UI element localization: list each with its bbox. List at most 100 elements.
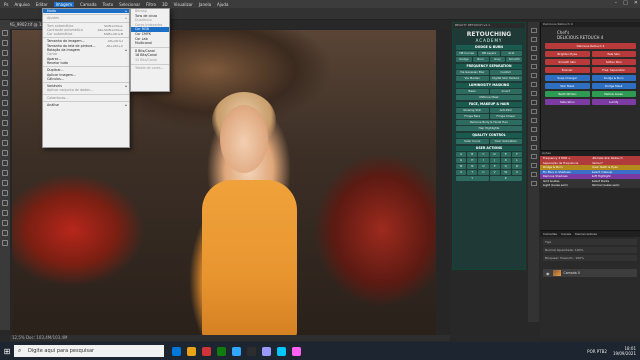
retouch-button[interactable]: Bronzer — [545, 67, 590, 73]
plugin-button[interactable]: Anti-Pink — [489, 108, 522, 113]
panel-icon[interactable] — [530, 145, 537, 150]
panel-icon[interactable] — [530, 73, 537, 78]
tool-icon[interactable] — [2, 140, 8, 146]
layer-blend-mode[interactable]: Normal Opacidade: 100% — [543, 247, 637, 253]
panel-icon[interactable] — [530, 154, 537, 159]
panel-icon[interactable] — [530, 82, 537, 87]
tool-icon[interactable] — [2, 210, 8, 216]
maximize-icon[interactable]: □ — [623, 0, 628, 6]
layers-tab[interactable]: Camadas — [543, 231, 557, 237]
plugin-button[interactable]: M — [456, 164, 467, 169]
tool-icon[interactable] — [2, 230, 8, 236]
panel-icon[interactable] — [530, 100, 537, 105]
tool-icon[interactable] — [2, 50, 8, 56]
tool-icon[interactable] — [2, 190, 8, 196]
layer-row[interactable]: ◉ Camada 0 — [543, 269, 637, 277]
plugin-button[interactable]: Via Gaussian Blur — [456, 70, 489, 75]
tool-icon[interactable] — [2, 240, 8, 246]
plugin-button[interactable]: F — [511, 152, 523, 157]
retouch-button[interactable]: Dodge Mask — [591, 83, 636, 89]
panel-icon[interactable] — [530, 91, 537, 96]
panel-icon[interactable] — [530, 127, 537, 132]
plugin-button[interactable]: N — [467, 164, 478, 169]
taskbar-app-icon[interactable] — [277, 346, 286, 356]
plugin-button[interactable]: Basic — [456, 89, 489, 94]
panel-icon[interactable] — [530, 46, 537, 51]
retouch-button[interactable]: Pale Skin — [591, 51, 636, 57]
tool-icon[interactable] — [2, 200, 8, 206]
plugin-button[interactable]: R — [511, 164, 523, 169]
windows-icon[interactable]: ⊞ — [0, 342, 14, 360]
plugin-button[interactable]: Z — [489, 176, 522, 181]
plugin-button[interactable]: Q — [500, 164, 511, 169]
panel-icon[interactable] — [530, 28, 537, 33]
plugin-button[interactable]: G — [456, 158, 467, 163]
plugin-button[interactable]: A — [456, 152, 467, 157]
panel-icon[interactable] — [530, 64, 537, 69]
taskbar-app-icon[interactable] — [247, 346, 256, 356]
image-menu-item[interactable]: Modo ▸ — [43, 9, 129, 14]
image-menu-item[interactable]: Revelar tudo — [43, 61, 129, 65]
taskbar-app-icon[interactable] — [202, 346, 211, 356]
menu-4[interactable]: Texto — [103, 2, 114, 7]
tool-icon[interactable] — [2, 60, 8, 66]
retouch-button[interactable]: Mellow Green — [591, 91, 636, 97]
tool-icon[interactable] — [2, 90, 8, 96]
plugin-button[interactable]: Grid — [500, 51, 522, 56]
menu-2[interactable]: Imagem — [53, 1, 75, 7]
plugin-button[interactable]: L — [511, 158, 523, 163]
plugin-button[interactable]: E — [500, 152, 511, 157]
plugin-button[interactable]: Fringe Bars — [456, 114, 489, 119]
layer-lock[interactable]: Bloquear: Preench.: 100% — [543, 255, 637, 261]
mode-submenu-item[interactable]: Multicanal — [131, 41, 169, 46]
plugin-button[interactable]: DB Curves — [456, 51, 478, 56]
tool-icon[interactable] — [2, 80, 8, 86]
plugin-button[interactable]: Midtone Mask — [456, 95, 522, 100]
taskbar-app-icon[interactable] — [232, 346, 241, 356]
plugin-button[interactable]: K — [500, 158, 511, 163]
plugin-button[interactable]: H — [467, 158, 478, 163]
menu-6[interactable]: Filtro — [146, 2, 156, 7]
plugin-button[interactable]: C — [478, 152, 489, 157]
plugin-button[interactable]: Burn — [472, 57, 489, 62]
retouch-button[interactable]: Dodge & Burn — [591, 75, 636, 81]
minimize-icon[interactable]: – — [615, 0, 618, 6]
plugin-button[interactable]: Glowing Skin — [456, 108, 489, 113]
menu-1[interactable]: Editar — [36, 2, 48, 7]
layer-filter[interactable]: Tipo — [543, 239, 637, 245]
plugin-button[interactable]: Digital Skin Texture — [489, 76, 522, 81]
plugin-button[interactable]: Over Saturation — [489, 139, 522, 144]
tool-icon[interactable] — [2, 220, 8, 226]
retouch-button[interactable]: Delicious Retouch 4 — [545, 43, 636, 49]
panel-icon[interactable] — [530, 172, 537, 177]
language-indicator[interactable]: POR PTB2 — [587, 349, 607, 354]
retouch-button[interactable]: Freq. Separation — [591, 67, 636, 73]
panel-icon[interactable] — [530, 181, 537, 186]
plugin-button[interactable]: T — [467, 170, 478, 175]
menu-3[interactable]: Camada — [80, 2, 97, 7]
panel-icon[interactable] — [530, 109, 537, 114]
menu-7[interactable]: 3D — [162, 2, 168, 7]
plugin-button[interactable]: Hair Highlights — [456, 126, 522, 131]
plugin-button[interactable]: D — [489, 152, 500, 157]
plugin-button[interactable]: O — [478, 164, 489, 169]
tool-icon[interactable] — [2, 30, 8, 36]
plugin-button[interactable]: P — [489, 164, 500, 169]
plugin-button[interactable]: Smooth — [506, 57, 522, 62]
menu-0[interactable]: Arquivo — [14, 2, 29, 7]
plugin-button[interactable]: U — [478, 170, 489, 175]
eye-icon[interactable]: ◉ — [546, 271, 550, 276]
taskbar-search[interactable]: ⌕ Digite aqui para pesquisar — [14, 345, 164, 357]
plugin-button[interactable]: Custom — [489, 70, 522, 75]
tool-icon[interactable] — [2, 100, 8, 106]
retouch-button[interactable]: Lumify — [591, 99, 636, 105]
plugin-button[interactable]: Via Median — [456, 76, 489, 81]
plugin-button[interactable]: Remove Body & Facial Hair — [456, 120, 522, 125]
tool-icon[interactable] — [2, 70, 8, 76]
clock[interactable]: 18:01 19/09/2021 — [613, 346, 636, 356]
menu-9[interactable]: Janela — [199, 2, 211, 7]
taskbar-app-icon[interactable] — [217, 346, 226, 356]
taskbar-app-icon[interactable] — [187, 346, 196, 356]
retouch-button[interactable]: Soften Skin — [591, 59, 636, 65]
plugin-button[interactable]: X — [511, 170, 523, 175]
